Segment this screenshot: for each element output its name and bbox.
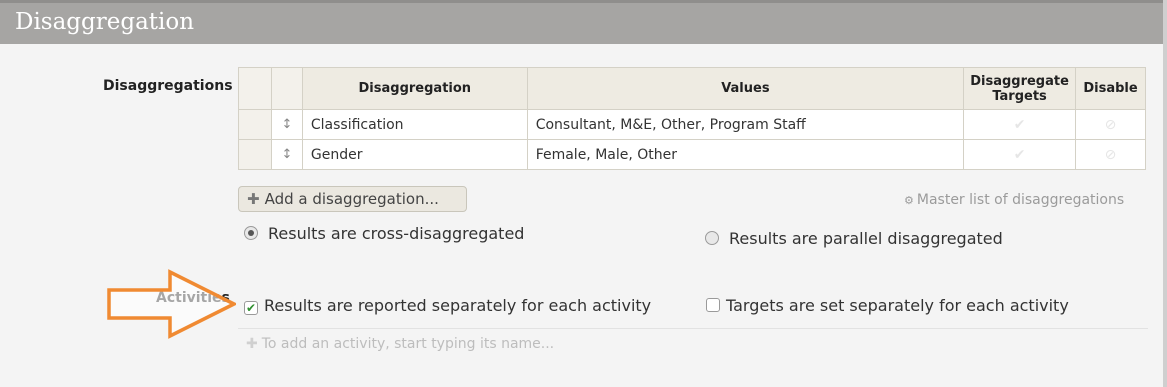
header-blank-2 (270, 67, 303, 110)
disaggregations-label: Disaggregations (103, 78, 233, 94)
section-title: Disaggregation (15, 9, 195, 35)
disaggregation-name[interactable]: Classification (301, 109, 528, 140)
column-disable[interactable]: Disable (1075, 67, 1146, 110)
plus-icon: ✚ (246, 336, 258, 352)
drag-handle-icon[interactable]: ↕ (270, 139, 303, 170)
checkbox-checked-icon[interactable]: ✔ (244, 301, 258, 315)
reported-separately-label: Results are reported separately for each… (264, 296, 652, 315)
radio-cross-button[interactable] (244, 226, 258, 240)
radio-parallel-label: Results are parallel disaggregated (729, 229, 1003, 248)
reported-separately-checkbox[interactable]: ✔ Results are reported separately for eac… (244, 296, 651, 315)
add-disaggregation-button[interactable]: ✚ Add a disaggregation... (238, 186, 467, 212)
radio-parallel-disaggregated[interactable]: Results are parallel disaggregated (705, 229, 1003, 248)
add-disaggregation-label: Add a disaggregation... (264, 190, 439, 208)
disaggregation-values[interactable]: Consultant, M&E, Other, Program Staff (526, 109, 965, 140)
disaggregate-targets-check-icon[interactable]: ✔ (963, 139, 1077, 170)
section-header: Disaggregation (0, 0, 1163, 44)
disaggregate-targets-check-icon[interactable]: ✔ (963, 109, 1077, 140)
master-list-label: Master list of disaggregations (916, 192, 1125, 208)
radio-parallel-button[interactable] (705, 231, 719, 245)
table-row[interactable]: ↕ Gender Female, Male, Other ✔ ⊘ (238, 139, 1146, 170)
table-row[interactable]: ↕ Classification Consultant, M&E, Other,… (238, 109, 1146, 140)
plus-icon: ✚ (247, 190, 260, 208)
disaggregations-table: Disaggregation Values Disaggregate Targe… (238, 67, 1146, 170)
disable-icon[interactable]: ⊘ (1075, 109, 1146, 140)
disable-icon[interactable]: ⊘ (1075, 139, 1146, 170)
header-blank-1 (238, 67, 272, 110)
disaggregation-name[interactable]: Gender (301, 139, 528, 170)
disaggregation-values[interactable]: Female, Male, Other (526, 139, 965, 170)
targets-separately-checkbox[interactable]: Targets are set separately for each acti… (706, 296, 1069, 315)
column-disaggregate-targets[interactable]: Disaggregate Targets (963, 67, 1077, 110)
scrollbar-edge (1163, 0, 1167, 387)
add-activity-placeholder: To add an activity, start typing its nam… (261, 336, 555, 352)
radio-cross-disaggregated[interactable]: Results are cross-disaggregated (244, 224, 524, 243)
checkbox-unchecked-icon[interactable] (706, 298, 720, 312)
radio-cross-label: Results are cross-disaggregated (268, 224, 525, 243)
column-disaggregation[interactable]: Disaggregation (301, 67, 528, 110)
master-list-link[interactable]: ⚙ Master list of disaggregations (904, 192, 1124, 208)
column-values[interactable]: Values (526, 67, 965, 110)
row-select-cell[interactable] (238, 139, 272, 170)
targets-separately-label: Targets are set separately for each acti… (726, 296, 1069, 315)
gear-icon: ⚙ (904, 194, 914, 207)
orange-arrow-annotation (107, 269, 236, 339)
row-select-cell[interactable] (238, 109, 272, 140)
add-activity-input[interactable]: ✚ To add an activity, start typing its na… (238, 328, 1148, 357)
drag-handle-icon[interactable]: ↕ (270, 109, 303, 140)
